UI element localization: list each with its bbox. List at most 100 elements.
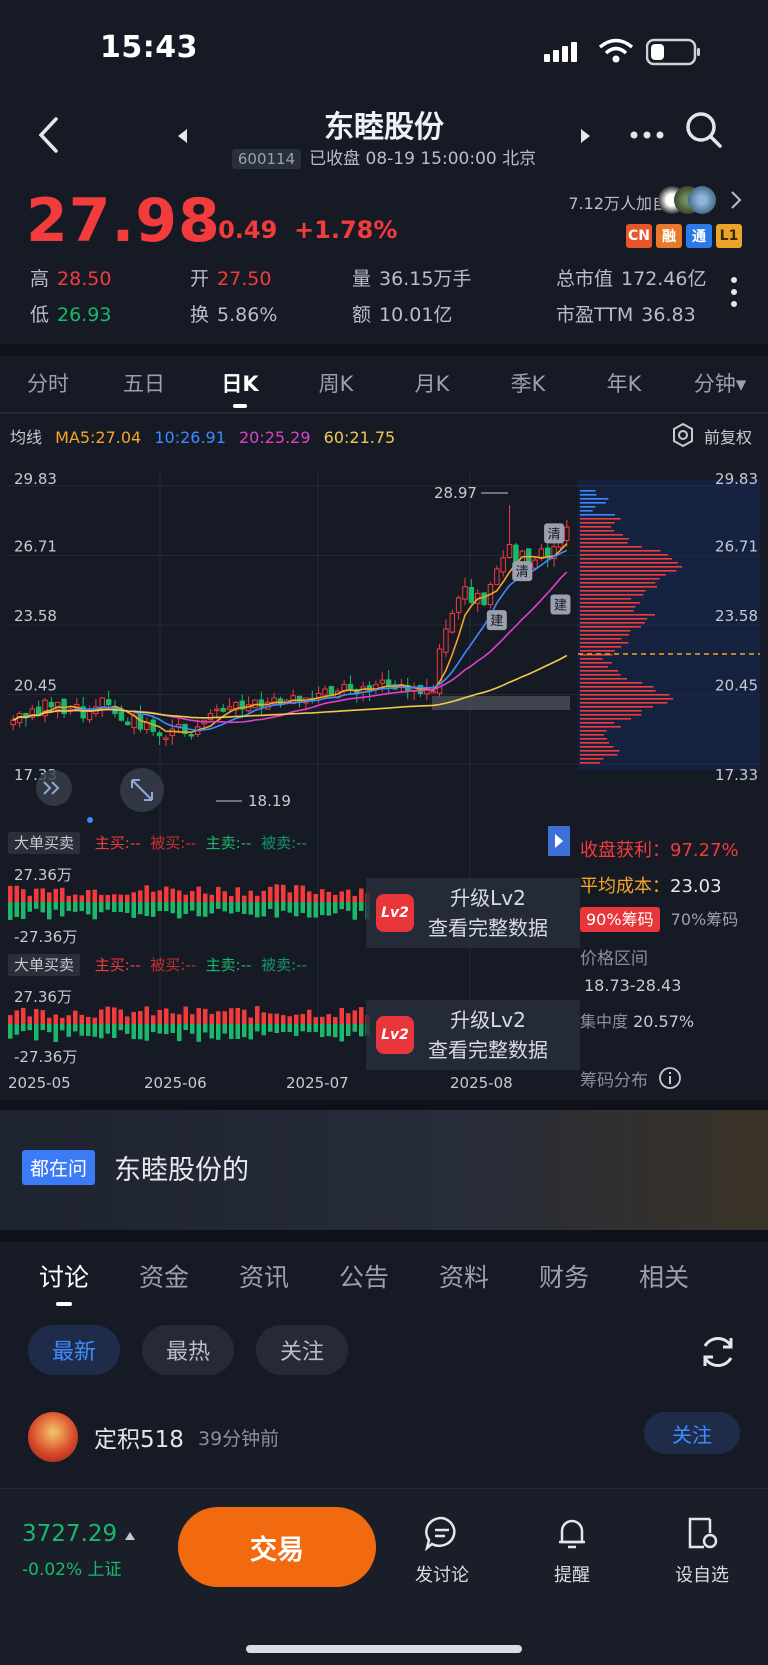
next-stock-icon[interactable] [578,128,592,144]
stat-high-value: 28.50 [57,268,112,290]
hot-questions-banner[interactable]: 都在问 东睦股份的 [0,1110,768,1230]
panel-2-chip[interactable]: 大单买卖 [8,954,81,976]
tab-daily-k[interactable]: 日K [192,356,288,412]
vertical-more-icon[interactable] [730,276,738,310]
tab-discussion[interactable]: 讨论 [14,1248,114,1308]
search-icon[interactable] [684,110,724,150]
candle-body [494,568,500,585]
order-bar-buy [255,1006,260,1024]
chip-bar [580,758,604,760]
tab-intraday[interactable]: 分时 [0,356,96,412]
order-bar-sell [138,1024,143,1040]
stat-turnover-label: 换 [190,304,210,326]
candle-body [86,710,93,721]
stat-low-value: 26.93 [57,304,112,326]
big-order-legend-1: 大单买卖 主买:-- 被买:-- 主卖:-- 被卖:-- [8,832,307,854]
order-bar-sell [229,1024,234,1040]
upgrade-lv2-card-2[interactable]: Lv2 升级Lv2 查看完整数据 [366,1000,580,1070]
panel-1-chip[interactable]: 大单买卖 [8,832,81,854]
tab-yearly-k[interactable]: 年K [576,356,672,412]
section-divider-3 [0,1230,768,1242]
tab-funds[interactable]: 资金 [114,1248,214,1308]
tab-minute[interactable]: 分钟▾ [672,356,768,412]
chip-bar [580,510,593,512]
stat-low: 低 26.93 [30,300,111,327]
filter-following[interactable]: 关注 [256,1325,348,1375]
post-username[interactable]: 定积518 [94,1420,184,1454]
order-bar-buy [255,895,260,902]
price-tick-right: 23.58 [715,607,758,625]
order-bar-buy [60,887,65,902]
info-icon[interactable] [658,1066,682,1090]
order-bar-sell [99,1024,104,1039]
trade-button[interactable]: 交易 [178,1507,376,1587]
filter-hottest[interactable]: 最热 [142,1325,234,1375]
post-discussion-button[interactable]: 发讨论 [392,1515,492,1587]
more-icon[interactable] [630,130,664,140]
tab-news[interactable]: 资讯 [214,1248,314,1308]
stat-volume: 量 36.15万手 [352,264,471,291]
upgrade-lv2-card-1[interactable]: Lv2 升级Lv2 查看完整数据 [366,878,580,948]
settings-icon[interactable] [670,422,696,448]
order-bar-buy [242,895,247,902]
order-bar-sell [313,902,318,918]
order-bar-buy [352,895,357,902]
chevron-right-icon[interactable] [730,190,742,210]
filter-latest[interactable]: 最新 [28,1325,120,1375]
lv2-text-2: 升级Lv2 查看完整数据 [428,1005,548,1065]
candle-body [137,714,144,730]
battery-icon [646,38,700,66]
order-bar-buy [47,892,52,902]
order-bar-sell [203,1024,208,1033]
order-bar-buy [92,1017,97,1024]
tab-chip-70[interactable]: 70%筹码 [665,907,745,932]
index-change[interactable]: -0.02% 上证 [22,1555,122,1580]
remind-button[interactable]: 提醒 [522,1515,622,1587]
chip-bar [580,606,636,608]
trade-mark-label: 清 [516,565,529,580]
chip-bar [580,566,683,568]
tab-quarterly-k[interactable]: 季K [480,356,576,412]
tab-chip-90[interactable]: 90%筹码 [580,907,660,932]
lv2-text-1: 升级Lv2 查看完整数据 [428,883,548,943]
tab-five-day[interactable]: 五日 [96,356,192,412]
follower-avatars[interactable] [658,186,716,214]
tab-financials[interactable]: 财务 [514,1248,614,1308]
set-watchlist-button[interactable]: 设自选 [652,1515,752,1587]
post-item[interactable]: 定积518 39分钟前 关注 [0,1408,768,1488]
order-bar-sell [8,1024,13,1039]
candle-body [513,544,519,563]
index-value[interactable]: 3727.29 [22,1521,117,1547]
refresh-icon[interactable] [698,1332,738,1372]
order-bar-buy [320,1016,325,1024]
order-bar-sell [118,1024,123,1031]
ma-legend[interactable]: 均线 MA5:27.04 10:26.91 20:25.29 60:21.75 [10,424,403,448]
order-bar-buy [138,890,143,902]
tab-related[interactable]: 相关 [614,1248,714,1308]
order-bar-sell [125,902,130,913]
tab-profile[interactable]: 资料 [414,1248,514,1308]
order-bar-buy [300,885,305,902]
order-bar-sell [339,1024,344,1042]
order-bar-sell [79,902,84,912]
chip-bar [580,682,643,684]
tab-announcements[interactable]: 公告 [314,1248,414,1308]
panel-1-active-buy: 主买:-- [94,834,141,852]
candle-body [207,713,214,721]
order-bar-buy [274,884,279,902]
expand-left-icon[interactable] [36,770,72,806]
order-bar-buy [53,1014,58,1024]
order-bar-sell [222,1024,227,1034]
avatar[interactable] [28,1412,78,1462]
tab-weekly-k[interactable]: 周K [288,356,384,412]
chip-bar [580,658,603,660]
order-bar-sell [92,1024,97,1037]
order-bar-sell [183,902,188,914]
follow-button[interactable]: 关注 [644,1412,740,1454]
candle-body [188,733,195,737]
price-tick-right: 20.45 [715,677,758,695]
order-bar-sell [209,902,214,914]
order-bar-sell [333,902,338,914]
tab-monthly-k[interactable]: 月K [384,356,480,412]
adjust-mode[interactable]: 前复权 [704,424,752,448]
